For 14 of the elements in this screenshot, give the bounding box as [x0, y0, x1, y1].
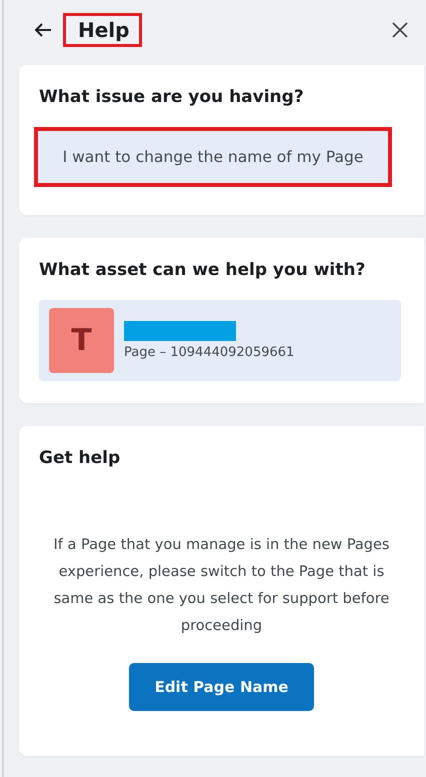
- card-heading: What asset can we help you with?: [39, 260, 366, 280]
- close-button[interactable]: [392, 22, 408, 38]
- issue-field[interactable]: I want to change the name of my Page: [34, 127, 392, 187]
- back-button[interactable]: [34, 22, 52, 38]
- help-message: If a Page that you manage is in the new Pages experience, please switch to the Page that is same as the one you select for support before proceeding: [52, 536, 390, 636]
- asset-subtitle: Page – 109444092059661: [124, 345, 294, 360]
- edit-page-name-button[interactable]: Edit Page Name: [129, 663, 314, 711]
- panel-title: Help: [66, 16, 140, 44]
- close-icon: [392, 22, 408, 38]
- card-heading: Get help: [39, 448, 122, 468]
- back-arrow-icon: [34, 22, 52, 38]
- card-heading: What issue are you having?: [39, 87, 305, 107]
- asset-avatar: T: [49, 308, 114, 373]
- asset-item[interactable]: T Page – 109444092059661: [39, 300, 401, 381]
